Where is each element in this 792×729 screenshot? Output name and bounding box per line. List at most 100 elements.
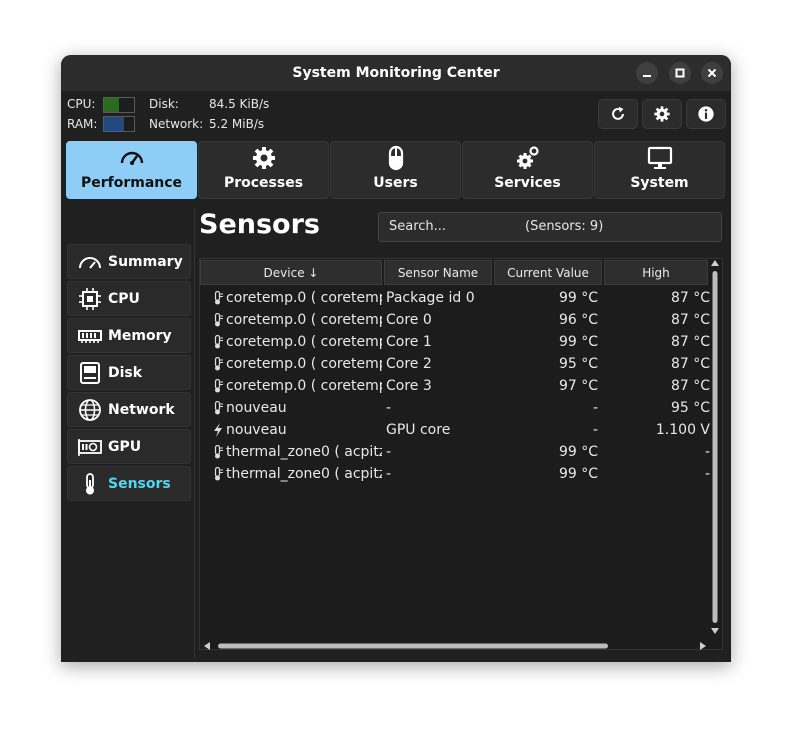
sidebar-item-network[interactable]: Network xyxy=(67,392,191,427)
tab-processes[interactable]: Processes xyxy=(198,141,329,199)
search-input[interactable]: Search... (Sensors: 9) xyxy=(378,212,722,242)
table-header: Device ↓ Sensor Name Current Value High xyxy=(200,259,720,285)
tab-system[interactable]: System xyxy=(594,141,725,199)
page-title: Sensors xyxy=(199,209,320,240)
column-header-current-value[interactable]: Current Value xyxy=(494,260,602,285)
sidebar-item-sensors[interactable]: Sensors xyxy=(67,466,191,501)
current-value-cell: 95 °C xyxy=(558,356,598,372)
close-button[interactable] xyxy=(701,62,723,84)
high-cell: 1.100 V xyxy=(655,422,710,438)
sensor-name-cell: Core 3 xyxy=(386,378,432,394)
sidebar-item-gpu[interactable]: GPU xyxy=(67,429,191,464)
refresh-icon xyxy=(612,106,624,120)
maximize-button[interactable] xyxy=(669,62,691,84)
device-cell: coretemp.0 ( coretemp xyxy=(226,378,382,394)
monitor-icon xyxy=(647,146,672,169)
globe-icon xyxy=(79,398,101,421)
scroll-up-arrow-icon[interactable] xyxy=(711,260,719,266)
tab-performance[interactable]: Performance xyxy=(66,141,197,199)
table-row[interactable]: thermal_zone0 ( acpitz - 99 °C - xyxy=(200,463,720,485)
table-row[interactable]: coretemp.0 ( coretemp Core 3 97 °C 87 °C xyxy=(200,375,720,397)
current-value-cell: - xyxy=(592,400,598,416)
scroll-left-arrow-icon[interactable] xyxy=(204,642,210,650)
device-cell: nouveau xyxy=(226,422,287,438)
thermometer-icon xyxy=(214,357,223,371)
thermometer-icon xyxy=(214,313,223,327)
high-cell: 87 °C xyxy=(670,290,710,306)
settings-button[interactable] xyxy=(642,99,682,129)
vertical-scrollbar[interactable] xyxy=(708,257,722,637)
summary-strip: CPU: RAM: Disk: 84.5 KiB/s Network: 5.2 … xyxy=(67,96,367,136)
device-cell: thermal_zone0 ( acpitz xyxy=(226,466,382,482)
high-cell: 87 °C xyxy=(670,312,710,328)
info-icon xyxy=(698,106,714,122)
gauge-icon xyxy=(120,151,143,165)
high-cell: 87 °C xyxy=(670,334,710,350)
tab-label: Performance xyxy=(80,175,183,191)
device-cell: nouveau xyxy=(226,400,287,416)
table-row[interactable]: coretemp.0 ( coretemp Core 1 99 °C 87 °C xyxy=(200,331,720,353)
disk-icon xyxy=(80,361,100,384)
sensor-name-cell: - xyxy=(386,444,392,460)
table-row[interactable]: nouveau - - 95 °C xyxy=(200,397,720,419)
scroll-down-arrow-icon[interactable] xyxy=(711,628,719,634)
main-tabs: Performance Processes Users Services Sys… xyxy=(66,141,726,199)
cpu-label: CPU: xyxy=(67,97,96,111)
tab-users[interactable]: Users xyxy=(330,141,461,199)
tab-services[interactable]: Services xyxy=(462,141,593,199)
sensors-table[interactable]: Device ↓ Sensor Name Current Value High … xyxy=(199,258,723,650)
high-cell: - xyxy=(704,444,710,460)
high-cell: - xyxy=(704,466,710,482)
current-value-cell: 99 °C xyxy=(558,290,598,306)
high-cell: 87 °C xyxy=(670,356,710,372)
sidebar-item-label: Summary xyxy=(108,253,183,270)
table-row[interactable]: thermal_zone0 ( acpitz - 99 °C - xyxy=(200,441,720,463)
sensor-name-cell: - xyxy=(386,466,392,482)
sidebar-item-label: Disk xyxy=(108,364,143,381)
sensor-count-label: (Sensors: 9) xyxy=(525,219,604,234)
column-header-high[interactable]: High xyxy=(604,260,708,285)
thermometer-icon xyxy=(214,445,223,459)
table-row[interactable]: coretemp.0 ( coretemp Core 0 96 °C 87 °C xyxy=(200,309,720,331)
horizontal-scrollbar[interactable] xyxy=(201,639,709,653)
window-title: System Monitoring Center xyxy=(292,65,500,81)
vertical-scroll-thumb[interactable] xyxy=(712,271,718,623)
mouse-icon xyxy=(388,145,403,171)
current-value-cell: 99 °C xyxy=(558,466,598,482)
sensor-name-cell: Package id 0 xyxy=(386,290,475,306)
sensor-name-cell: GPU core xyxy=(386,422,451,438)
thermometer-icon xyxy=(214,379,223,393)
sensor-name-cell: Core 1 xyxy=(386,334,432,350)
thermometer-icon xyxy=(214,291,223,305)
table-row[interactable]: coretemp.0 ( coretemp Package id 0 99 °C… xyxy=(200,287,720,309)
ram-label: RAM: xyxy=(67,117,98,131)
sidebar-item-label: GPU xyxy=(108,438,142,455)
network-label: Network: xyxy=(149,117,204,131)
gpu-icon xyxy=(78,438,102,456)
title-bar[interactable]: System Monitoring Center xyxy=(61,55,731,91)
search-placeholder: Search... xyxy=(389,219,447,234)
thermometer-icon xyxy=(214,401,223,415)
memory-icon xyxy=(78,329,102,343)
current-value-cell: 97 °C xyxy=(558,378,598,394)
sidebar-item-disk[interactable]: Disk xyxy=(67,355,191,390)
current-value-cell: 99 °C xyxy=(558,334,598,350)
scroll-right-arrow-icon[interactable] xyxy=(700,642,706,650)
refresh-button[interactable] xyxy=(598,99,638,129)
about-button[interactable] xyxy=(686,99,726,129)
table-row[interactable]: coretemp.0 ( coretemp Core 2 95 °C 87 °C xyxy=(200,353,720,375)
horizontal-scroll-thumb[interactable] xyxy=(218,643,608,649)
sidebar-item-cpu[interactable]: CPU xyxy=(67,281,191,316)
column-header-sensor-name[interactable]: Sensor Name xyxy=(384,260,492,285)
sidebar-item-summary[interactable]: Summary xyxy=(67,244,191,279)
bolt-icon xyxy=(214,423,222,437)
gear-icon xyxy=(252,147,275,169)
minimize-button[interactable] xyxy=(636,62,658,84)
table-row[interactable]: nouveau GPU core - 1.100 V xyxy=(200,419,720,441)
column-header-device[interactable]: Device ↓ xyxy=(200,260,382,285)
ram-usage-bar xyxy=(103,116,135,132)
maximize-icon xyxy=(675,68,685,78)
high-cell: 95 °C xyxy=(670,400,710,416)
sensor-name-cell: - xyxy=(386,400,392,416)
sidebar-item-memory[interactable]: Memory xyxy=(67,318,191,353)
